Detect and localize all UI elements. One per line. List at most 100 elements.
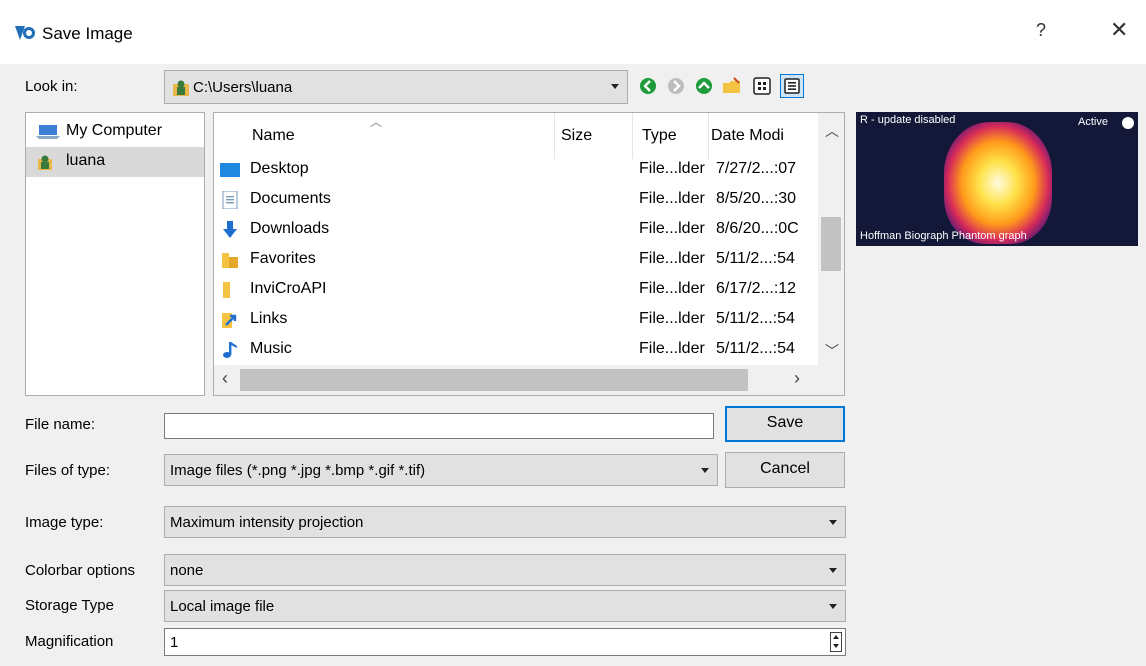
list-item[interactable]: Favorites File...lder 5/11/2...:54 bbox=[214, 245, 818, 275]
folder-icon bbox=[223, 282, 230, 298]
file-type: File...lder bbox=[639, 340, 705, 357]
magnification-value: 1 bbox=[170, 634, 179, 651]
files-of-type-value: Image files (*.png *.jpg *.bmp *.gif *.t… bbox=[170, 462, 426, 479]
scrollbar-thumb[interactable] bbox=[240, 369, 748, 391]
file-date: 8/6/20...:0C bbox=[716, 220, 799, 237]
column-header-date[interactable]: Date Modi bbox=[711, 127, 784, 145]
image-type-select[interactable]: Maximum intensity projection bbox=[164, 506, 846, 538]
files-of-type-select[interactable]: Image files (*.png *.jpg *.bmp *.gif *.t… bbox=[164, 454, 718, 486]
app-logo-icon bbox=[15, 26, 35, 40]
magnification-spinbox[interactable]: 1 bbox=[164, 628, 846, 656]
file-name: Downloads bbox=[250, 220, 330, 237]
scroll-down-icon[interactable]: ﹀ bbox=[825, 341, 839, 361]
downloads-folder-icon bbox=[223, 221, 237, 238]
file-name: InviCroAPI bbox=[250, 280, 327, 297]
file-name-label: File name: bbox=[25, 416, 96, 433]
chevron-down-icon[interactable] bbox=[829, 604, 837, 609]
back-arrow-icon bbox=[640, 78, 656, 94]
file-date: 7/27/2...:07 bbox=[716, 160, 797, 177]
file-name-input[interactable] bbox=[164, 413, 714, 439]
file-name: Links bbox=[250, 310, 288, 327]
file-date: 6/17/2...:12 bbox=[716, 280, 797, 297]
file-name: Music bbox=[250, 340, 292, 357]
column-header-type[interactable]: Type bbox=[642, 127, 677, 145]
title-bar: Save Image ? ✕ bbox=[0, 0, 1146, 64]
forward-button[interactable] bbox=[666, 76, 686, 96]
window-title: Save Image bbox=[42, 24, 133, 43]
file-date: 5/11/2...:54 bbox=[716, 250, 795, 267]
sidebar-item-label: My Computer bbox=[66, 122, 163, 139]
documents-folder-icon bbox=[222, 191, 238, 209]
sidebar-item-label: luana bbox=[66, 152, 106, 169]
column-header-name[interactable]: Name bbox=[252, 127, 295, 145]
cancel-button[interactable]: Cancel bbox=[725, 452, 845, 488]
column-header-size[interactable]: Size bbox=[561, 127, 592, 145]
preview-status-text: R - update disabled bbox=[860, 114, 956, 126]
files-of-type-label: Files of type: bbox=[25, 462, 111, 479]
file-list[interactable]: ︿ Name Size Type Date Modi Desktop File.… bbox=[213, 112, 845, 396]
detail-view-icon bbox=[784, 78, 800, 94]
vertical-scrollbar[interactable]: ︿ ﹀ bbox=[818, 113, 844, 365]
colorbar-options-value: none bbox=[170, 562, 204, 579]
scrollbar-thumb[interactable] bbox=[821, 217, 841, 271]
list-view-button[interactable] bbox=[752, 76, 772, 96]
scroll-up-icon[interactable]: ︿ bbox=[825, 121, 839, 141]
new-folder-button[interactable] bbox=[722, 76, 742, 96]
scroll-left-icon[interactable]: ‹ bbox=[222, 368, 228, 389]
list-item[interactable]: InviCroAPI File...lder 6/17/2...:12 bbox=[214, 275, 818, 305]
list-item[interactable]: Links File...lder 5/11/2...:54 bbox=[214, 305, 818, 335]
file-type: File...lder bbox=[639, 160, 705, 177]
file-date: 5/11/2...:54 bbox=[716, 340, 795, 357]
preview-image bbox=[944, 122, 1052, 244]
horizontal-scrollbar[interactable]: ‹ › bbox=[214, 365, 844, 395]
help-button[interactable]: ? bbox=[1036, 20, 1046, 41]
links-folder-icon bbox=[222, 313, 237, 328]
chevron-down-icon[interactable] bbox=[611, 84, 619, 89]
file-type: File...lder bbox=[639, 280, 705, 297]
spin-stepper-icon[interactable] bbox=[830, 632, 842, 652]
file-date: 8/5/20...:30 bbox=[716, 190, 797, 207]
image-type-value: Maximum intensity projection bbox=[170, 514, 364, 531]
colorbar-options-select[interactable]: none bbox=[164, 554, 846, 586]
list-item[interactable]: Documents File...lder 8/5/20...:30 bbox=[214, 185, 818, 215]
preview-caption: Hoffman Biograph Phantom graph bbox=[860, 230, 1027, 242]
file-name: Documents bbox=[250, 190, 331, 207]
close-button[interactable]: ✕ bbox=[1110, 17, 1128, 43]
file-type: File...lder bbox=[639, 310, 705, 327]
favorites-folder-icon bbox=[222, 253, 238, 268]
list-item[interactable]: Desktop File...lder 7/27/2...:07 bbox=[214, 155, 818, 185]
column-divider[interactable] bbox=[632, 113, 633, 159]
colorbar-options-label: Colorbar options bbox=[25, 562, 136, 579]
file-type: File...lder bbox=[639, 190, 705, 207]
scroll-right-icon[interactable]: › bbox=[794, 368, 800, 389]
chevron-down-icon[interactable] bbox=[829, 520, 837, 525]
storage-type-select[interactable]: Local image file bbox=[164, 590, 846, 622]
look-in-combo[interactable]: C:\Users\luana bbox=[164, 70, 628, 104]
magnification-label: Magnification bbox=[25, 633, 114, 650]
file-type: File...lder bbox=[639, 220, 705, 237]
save-button[interactable]: Save bbox=[725, 406, 845, 442]
back-button[interactable] bbox=[638, 76, 658, 96]
sidebar-item-luana[interactable]: luana bbox=[26, 147, 204, 177]
parent-folder-button[interactable] bbox=[694, 76, 714, 96]
up-arrow-icon bbox=[696, 78, 712, 94]
storage-type-value: Local image file bbox=[170, 598, 275, 615]
storage-type-label: Storage Type bbox=[25, 597, 114, 614]
list-item[interactable]: Music File...lder 5/11/2...:54 bbox=[214, 335, 818, 365]
forward-arrow-icon bbox=[668, 78, 684, 94]
chevron-down-icon[interactable] bbox=[701, 468, 709, 473]
sort-ascending-icon: ︿ bbox=[370, 115, 383, 129]
look-in-path: C:\Users\luana bbox=[193, 79, 293, 96]
computer-icon bbox=[36, 125, 60, 139]
column-divider[interactable] bbox=[708, 113, 709, 159]
list-item[interactable]: Downloads File...lder 8/6/20...:0C bbox=[214, 215, 818, 245]
file-type: File...lder bbox=[639, 250, 705, 267]
detail-view-button[interactable] bbox=[780, 74, 804, 98]
sidebar-item-my-computer[interactable]: My Computer bbox=[26, 117, 204, 147]
file-name: Desktop bbox=[250, 160, 309, 177]
preview-active-text: Active bbox=[1078, 116, 1108, 128]
chevron-down-icon[interactable] bbox=[829, 568, 837, 573]
music-folder-icon bbox=[223, 342, 237, 358]
file-name: Favorites bbox=[250, 250, 316, 267]
column-divider[interactable] bbox=[554, 113, 555, 159]
